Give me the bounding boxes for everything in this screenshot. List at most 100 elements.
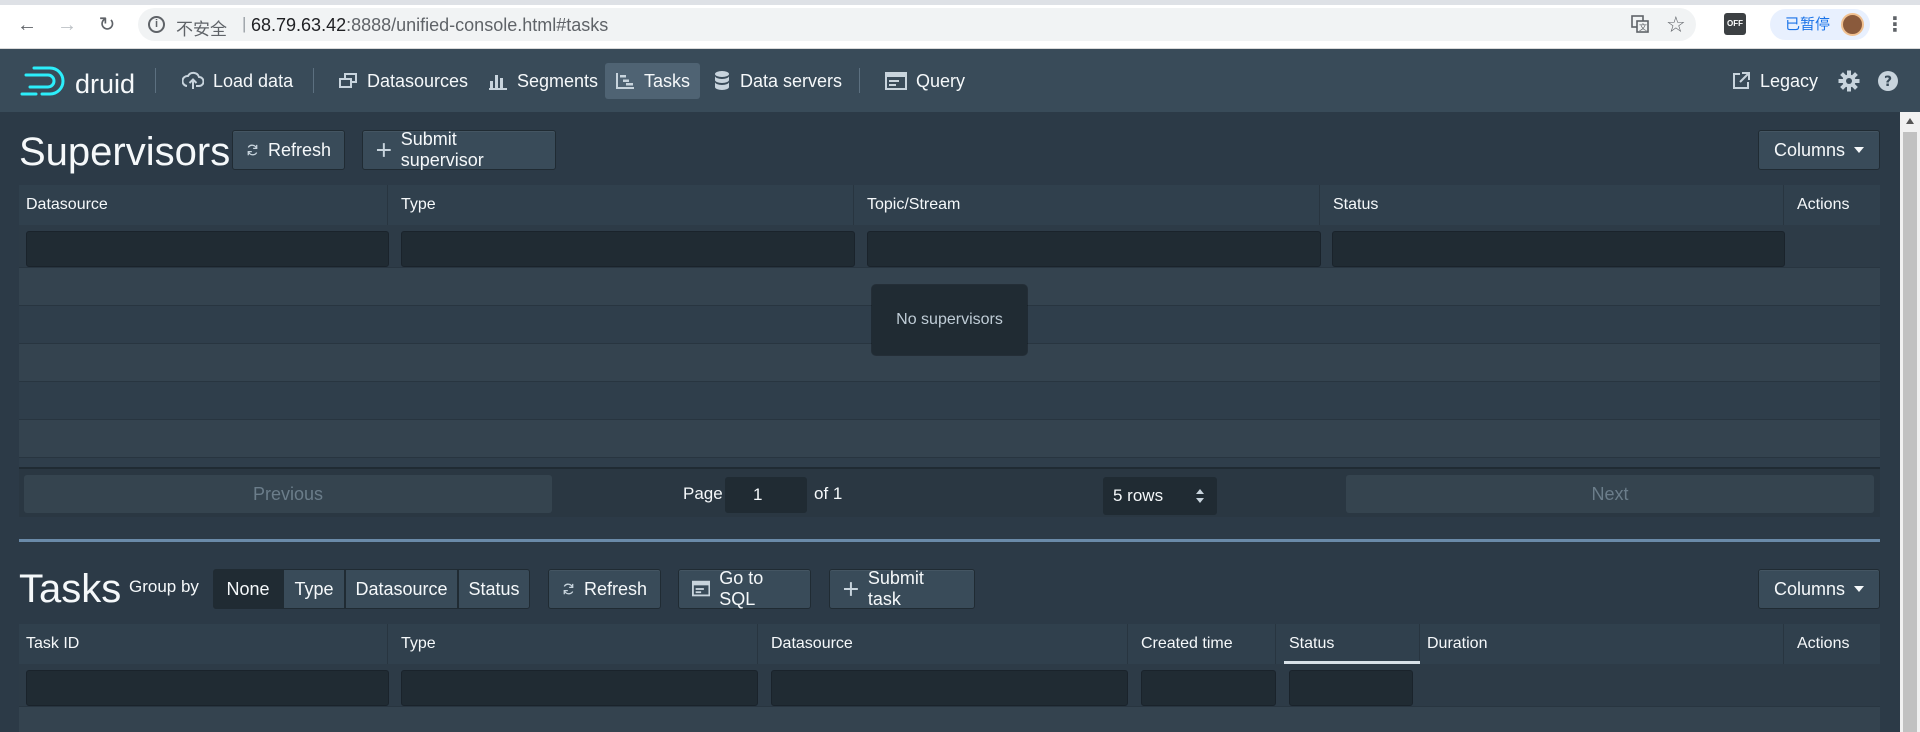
url-text[interactable]: 68.79.63.42:8888/unified-console.html#ta… <box>251 15 608 36</box>
tasks-refresh-label: Refresh <box>583 578 647 599</box>
page-scrollbar[interactable] <box>1900 112 1920 732</box>
group-by-type[interactable]: Type <box>283 569 345 609</box>
insecure-label: 不安全 <box>176 20 227 39</box>
header-divider <box>859 68 860 93</box>
group-by-datasource[interactable]: Datasource <box>345 569 458 609</box>
scroll-up-icon[interactable] <box>1906 118 1914 124</box>
task-id-filter-input[interactable] <box>26 670 389 706</box>
help-button[interactable]: ? <box>1871 63 1905 99</box>
header-divider <box>155 68 156 93</box>
submit-task-button[interactable]: Submit task <box>829 568 975 609</box>
column-header-type[interactable]: Type <box>394 185 854 225</box>
page-number-input[interactable]: 1 <box>725 477 807 513</box>
druid-logo[interactable]: druid <box>20 63 146 99</box>
refresh-icon <box>563 583 574 595</box>
supervisors-table: Datasource Type Topic/Stream Status Acti… <box>19 185 1880 489</box>
nav-query[interactable]: Query <box>875 63 975 99</box>
rows-per-page-value: 5 rows <box>1113 486 1164 505</box>
submit-supervisor-label: Submit supervisor <box>400 129 484 170</box>
supervisors-columns-label: Columns <box>1773 139 1846 160</box>
rows-per-page-select[interactable]: 5 rows <box>1103 477 1217 515</box>
druid-header: druid Load data Datasources Segments Tas… <box>0 49 1920 112</box>
supervisors-refresh-label: Refresh <box>267 139 331 160</box>
nav-datasources-label: Datasources <box>367 71 469 91</box>
settings-button[interactable] <box>1832 63 1866 99</box>
column-header-datasource[interactable]: Datasource <box>764 624 1128 664</box>
nav-data-servers[interactable]: Data servers <box>703 63 852 99</box>
nav-tasks[interactable]: Tasks <box>605 63 701 99</box>
nav-datasources[interactable]: Datasources <box>328 63 478 99</box>
application-icon <box>885 72 907 90</box>
go-to-sql-button[interactable]: Go to SQL <box>678 568 811 609</box>
type-filter-input[interactable] <box>401 231 855 267</box>
help-icon: ? <box>1878 71 1898 91</box>
tasks-columns-label: Columns <box>1773 578 1846 599</box>
group-by-status[interactable]: Status <box>458 569 530 609</box>
plus-icon <box>376 143 391 157</box>
datasource-filter-input[interactable] <box>26 231 389 267</box>
double-caret-icon <box>1196 489 1204 503</box>
druid-logo-icon <box>20 66 65 96</box>
supervisors-refresh-button[interactable]: Refresh <box>232 130 345 170</box>
browser-menu-icon[interactable]: ⋮ <box>1885 12 1905 37</box>
tasks-columns-button[interactable]: Columns <box>1758 569 1880 609</box>
address-separator: | <box>242 14 247 33</box>
column-header-created-time[interactable]: Created time <box>1134 624 1276 664</box>
section-divider <box>19 539 1880 542</box>
column-header-datasource[interactable]: Datasource <box>19 185 388 225</box>
forward-icon[interactable]: → <box>55 13 79 37</box>
column-header-actions: Actions <box>1797 635 1850 652</box>
table-row <box>19 381 1880 419</box>
group-by-none[interactable]: None <box>213 569 283 609</box>
nav-legacy-label: Legacy <box>1760 71 1819 91</box>
nav-tasks-label: Tasks <box>644 71 691 91</box>
datasource-filter-input[interactable] <box>771 670 1128 706</box>
tasks-title: Tasks <box>19 567 122 611</box>
type-filter-input[interactable] <box>401 670 758 706</box>
stacked-chart-icon <box>489 75 507 90</box>
nav-segments-label: Segments <box>517 71 599 91</box>
reload-icon[interactable]: ↻ <box>95 13 119 37</box>
caret-down-icon <box>1854 147 1865 153</box>
topic-stream-filter-input[interactable] <box>867 231 1321 267</box>
previous-page-button[interactable]: Previous <box>24 475 552 513</box>
column-header-status[interactable]: Status <box>1326 185 1784 225</box>
back-icon[interactable]: ← <box>15 13 39 37</box>
status-filter-input[interactable] <box>1289 670 1413 706</box>
nav-segments[interactable]: Segments <box>478 63 608 99</box>
status-filter-input[interactable] <box>1332 231 1785 267</box>
column-header-task-id[interactable]: Task ID <box>19 624 388 664</box>
tasks-refresh-button[interactable]: Refresh <box>548 569 661 609</box>
avatar <box>1841 13 1864 36</box>
scrollbar-thumb[interactable] <box>1903 132 1917 732</box>
page-total-label: of 1 <box>814 484 843 503</box>
table-row <box>19 706 1880 732</box>
group-by-label: Group by <box>129 577 199 596</box>
nav-legacy[interactable]: Legacy <box>1721 63 1828 99</box>
column-header-status[interactable]: Status <box>1282 624 1420 664</box>
share-icon <box>1733 72 1750 89</box>
column-header-type[interactable]: Type <box>394 624 758 664</box>
supervisors-columns-button[interactable]: Columns <box>1758 130 1880 170</box>
extension-off-icon[interactable]: OFF <box>1724 13 1746 35</box>
submit-supervisor-button[interactable]: Submit supervisor <box>362 129 556 170</box>
column-header-duration[interactable]: Duration <box>1420 624 1784 664</box>
address-bar[interactable]: i 不安全 | 68.79.63.42:8888/unified-console… <box>138 8 1696 41</box>
multi-select-icon <box>339 73 357 88</box>
column-header-topic-stream[interactable]: Topic/Stream <box>860 185 1320 225</box>
next-page-button[interactable]: Next <box>1346 475 1874 513</box>
info-icon[interactable]: i <box>148 16 165 33</box>
profile-paused-button[interactable]: 已暂停 <box>1770 9 1870 40</box>
supervisors-title: Supervisors <box>19 130 231 174</box>
browser-toolbar: ← → ↻ i 不安全 | 68.79.63.42:8888/unified-c… <box>0 0 1920 49</box>
url-path: :8888/unified-console.html#tasks <box>346 15 609 35</box>
go-to-sql-label: Go to SQL <box>719 568 764 609</box>
nav-data-servers-label: Data servers <box>740 71 843 91</box>
paused-label: 已暂停 <box>1785 16 1831 33</box>
created-time-filter-input[interactable] <box>1141 670 1276 706</box>
translate-icon[interactable]: 文 <box>1631 15 1649 38</box>
nav-load-data[interactable]: Load data <box>172 63 303 99</box>
column-header-actions: Actions <box>1797 196 1850 213</box>
druid-logo-text: druid <box>75 69 136 99</box>
bookmark-star-icon[interactable]: ☆ <box>1666 12 1686 38</box>
